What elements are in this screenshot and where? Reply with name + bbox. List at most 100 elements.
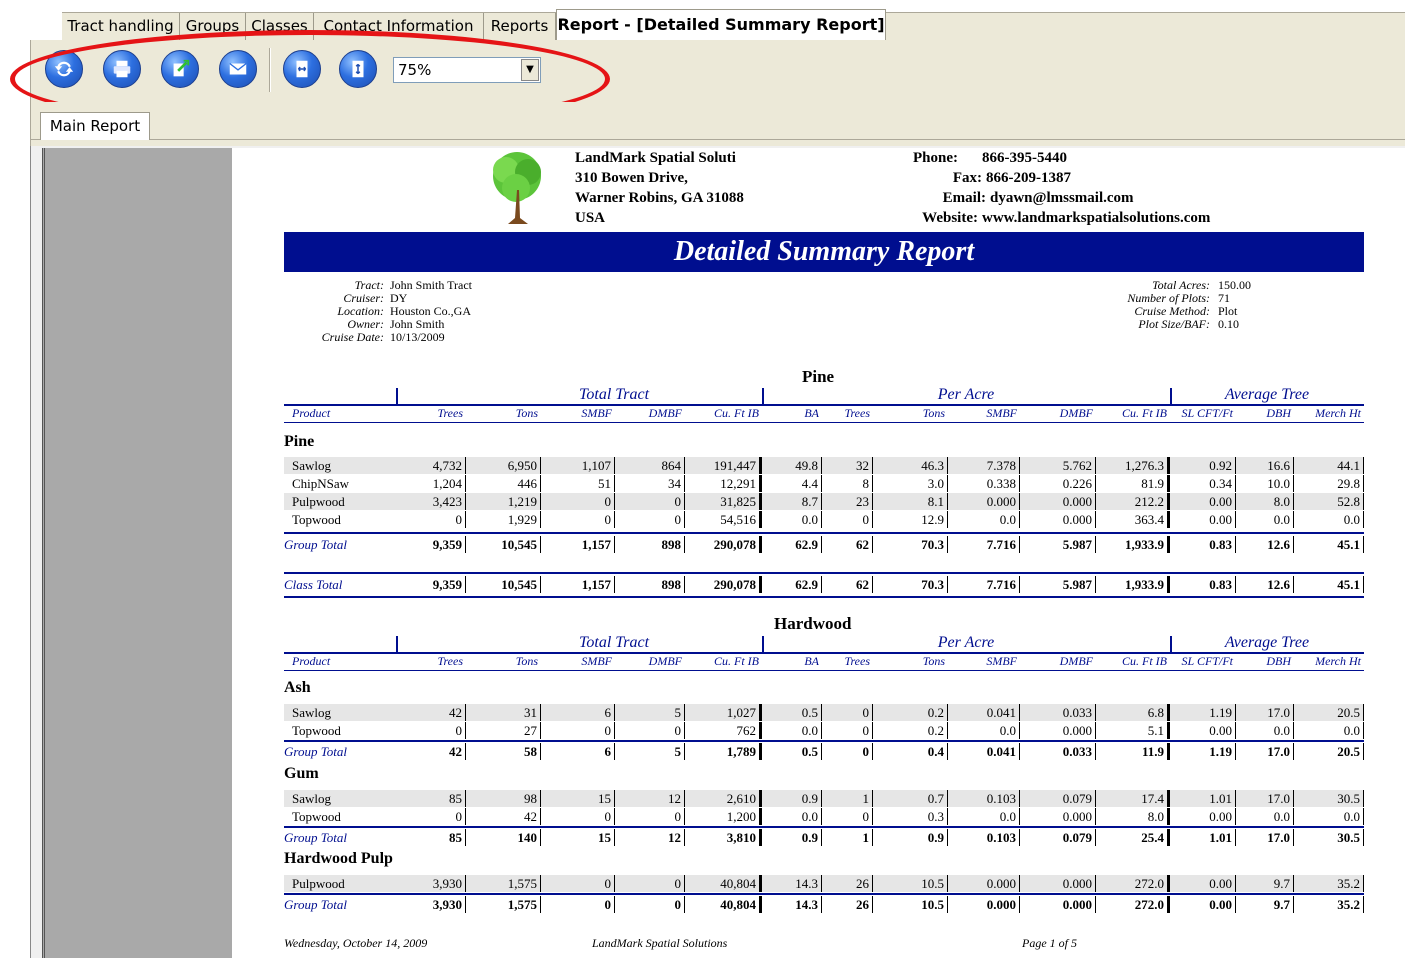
table-cell: 0.000	[1020, 808, 1096, 825]
column-header: SL CFT/Ft	[1181, 406, 1233, 420]
table-cell: 363.4	[1096, 511, 1170, 528]
table-cell: 0.338	[948, 475, 1020, 492]
group-total-row: Group Total 85 140 15 12 3,810 0.9 1 0.9 0.103 0.0…	[284, 829, 1364, 846]
table-cell: 0	[822, 808, 873, 825]
group-header-total-tract: Total Tract	[578, 634, 650, 651]
table-cell: 10.5	[873, 896, 948, 913]
table-cell: 0.079	[1020, 829, 1096, 846]
table-cell: 864	[615, 457, 685, 474]
table-cell: 0.000	[1020, 875, 1096, 892]
table-cell: 42	[284, 704, 466, 721]
table-cell: 8.0	[1096, 808, 1170, 825]
info-label: Plot Size/BAF:	[1138, 317, 1210, 331]
column-header: Tons	[922, 406, 945, 420]
table-cell: 10.0	[1236, 475, 1294, 492]
info-value: DY	[390, 291, 408, 305]
table-cell: 0	[822, 704, 873, 721]
table-cell: 3,930	[284, 875, 466, 892]
header-underline	[284, 670, 1364, 671]
table-cell: 446	[466, 475, 541, 492]
table-cell: 40,804	[685, 875, 762, 892]
table-cell: 0.0	[1294, 511, 1364, 528]
table-cell: 0	[541, 511, 615, 528]
table-cell: 0.0	[948, 808, 1020, 825]
table-cell: 12,291	[685, 475, 762, 492]
table-cell: 5.987	[1020, 576, 1096, 593]
table-cell: 0.000	[948, 875, 1020, 892]
table-cell: 49.8	[762, 457, 822, 474]
table-cell: 0	[541, 875, 615, 892]
phone-label: Phone:	[913, 150, 958, 166]
table-cell: 23	[822, 493, 873, 510]
table-cell: 0.3	[873, 808, 948, 825]
table-cell: 20.5	[1294, 704, 1364, 721]
column-header: SMBF	[986, 406, 1017, 420]
table-cell: 1,789	[685, 743, 762, 760]
table-cell: 8.7	[762, 493, 822, 510]
column-header: BA	[804, 406, 819, 420]
column-header: Trees	[844, 406, 870, 420]
table-cell: 54,516	[685, 511, 762, 528]
table-cell: 1,157	[541, 576, 615, 593]
group-header-per-acre: Per Acre	[937, 386, 995, 403]
table-cell: 1,575	[466, 875, 541, 892]
tab-main-report[interactable]: Main Report	[40, 112, 150, 140]
table-cell: 12.6	[1236, 536, 1294, 553]
table-cell: 5	[615, 704, 685, 721]
table-cell: 0.00	[1170, 808, 1236, 825]
table-cell: 5.1	[1096, 722, 1170, 739]
column-header: Trees	[437, 406, 463, 420]
table-cell: 5.987	[1020, 536, 1096, 553]
group-title: Ash	[284, 679, 311, 696]
table-row: Topwood 0 27 0 0 762 0.0 0 0.2 0.0 0.000 5.1 0.00 0.0…	[284, 722, 1364, 739]
table-cell: 17.0	[1236, 704, 1294, 721]
table-cell: 1.01	[1170, 829, 1236, 846]
info-label: Location:	[337, 304, 384, 318]
column-header: SMBF	[581, 406, 612, 420]
table-cell: 0.0	[1294, 808, 1364, 825]
table-cell: 0.000	[1020, 722, 1096, 739]
table-cell: 0	[615, 875, 685, 892]
table-cell: 0	[822, 743, 873, 760]
table-cell: 17.0	[1236, 743, 1294, 760]
table-row: Topwood 0 42 0 0 1,200 0.0 0 0.3 0.0 0.000 8.0 0.00 0…	[284, 808, 1364, 825]
company-address-1: 310 Bowen Drive,	[575, 170, 688, 186]
table-cell: 17.0	[1236, 790, 1294, 807]
table-cell: 17.4	[1096, 790, 1170, 807]
info-value: 71	[1218, 291, 1230, 305]
footer-page: Page 1 of 5	[1022, 936, 1077, 950]
table-cell: 290,078	[685, 576, 762, 593]
table-cell: 7.716	[948, 576, 1020, 593]
group-header-average-tree: Average Tree	[1224, 386, 1310, 403]
fax-value: 866-209-1387	[986, 170, 1071, 186]
column-header: Trees	[844, 654, 870, 668]
table-cell: 51	[541, 475, 615, 492]
info-label: Number of Plots:	[1127, 291, 1210, 305]
table-cell: 25.4	[1096, 829, 1170, 846]
table-cell: 10,545	[466, 536, 541, 553]
table-cell: 2,610	[685, 790, 762, 807]
table-cell: 45.1	[1294, 536, 1364, 553]
table-cell: 0.033	[1020, 704, 1096, 721]
table-cell: 0.00	[1170, 511, 1236, 528]
report-page: LandMark Spatial Soluti 310 Bowen Drive,…	[232, 148, 1405, 958]
group-header-average-tree: Average Tree	[1224, 634, 1310, 651]
column-header: DBH	[1266, 406, 1291, 420]
group-total-row: Group Total 42 58 6 5 1,789 0.5 0 0.4 0.041 0.033 1…	[284, 743, 1364, 760]
table-cell: 290,078	[685, 536, 762, 553]
column-header: Cu. Ft IB	[714, 654, 759, 668]
table-cell: 62.9	[762, 576, 822, 593]
tab-report-detailed-summary[interactable]: Report - [Detailed Summary Report]	[556, 9, 886, 40]
table-cell: 45.1	[1294, 576, 1364, 593]
table-cell: 42	[284, 743, 466, 760]
table-row: Sawlog 42 31 6 5 1,027 0.5 0 0.2 0.041 0.033 6.8 1.1…	[284, 704, 1364, 721]
table-row: Topwood 0 1,929 0 0 54,516 0.0 0 12.9 0.0 0.000 363…	[284, 511, 1364, 528]
table-cell: 7.378	[948, 457, 1020, 474]
phone-value: 866-395-5440	[982, 150, 1067, 166]
column-header: DMBF	[648, 406, 682, 420]
table-cell: 14.3	[762, 896, 822, 913]
class-total-rule	[284, 572, 1364, 574]
table-cell: 3,930	[284, 896, 466, 913]
tab-reports[interactable]: Reports	[484, 13, 556, 40]
website-value: www.landmarkspatialsolutions.com	[982, 210, 1211, 226]
